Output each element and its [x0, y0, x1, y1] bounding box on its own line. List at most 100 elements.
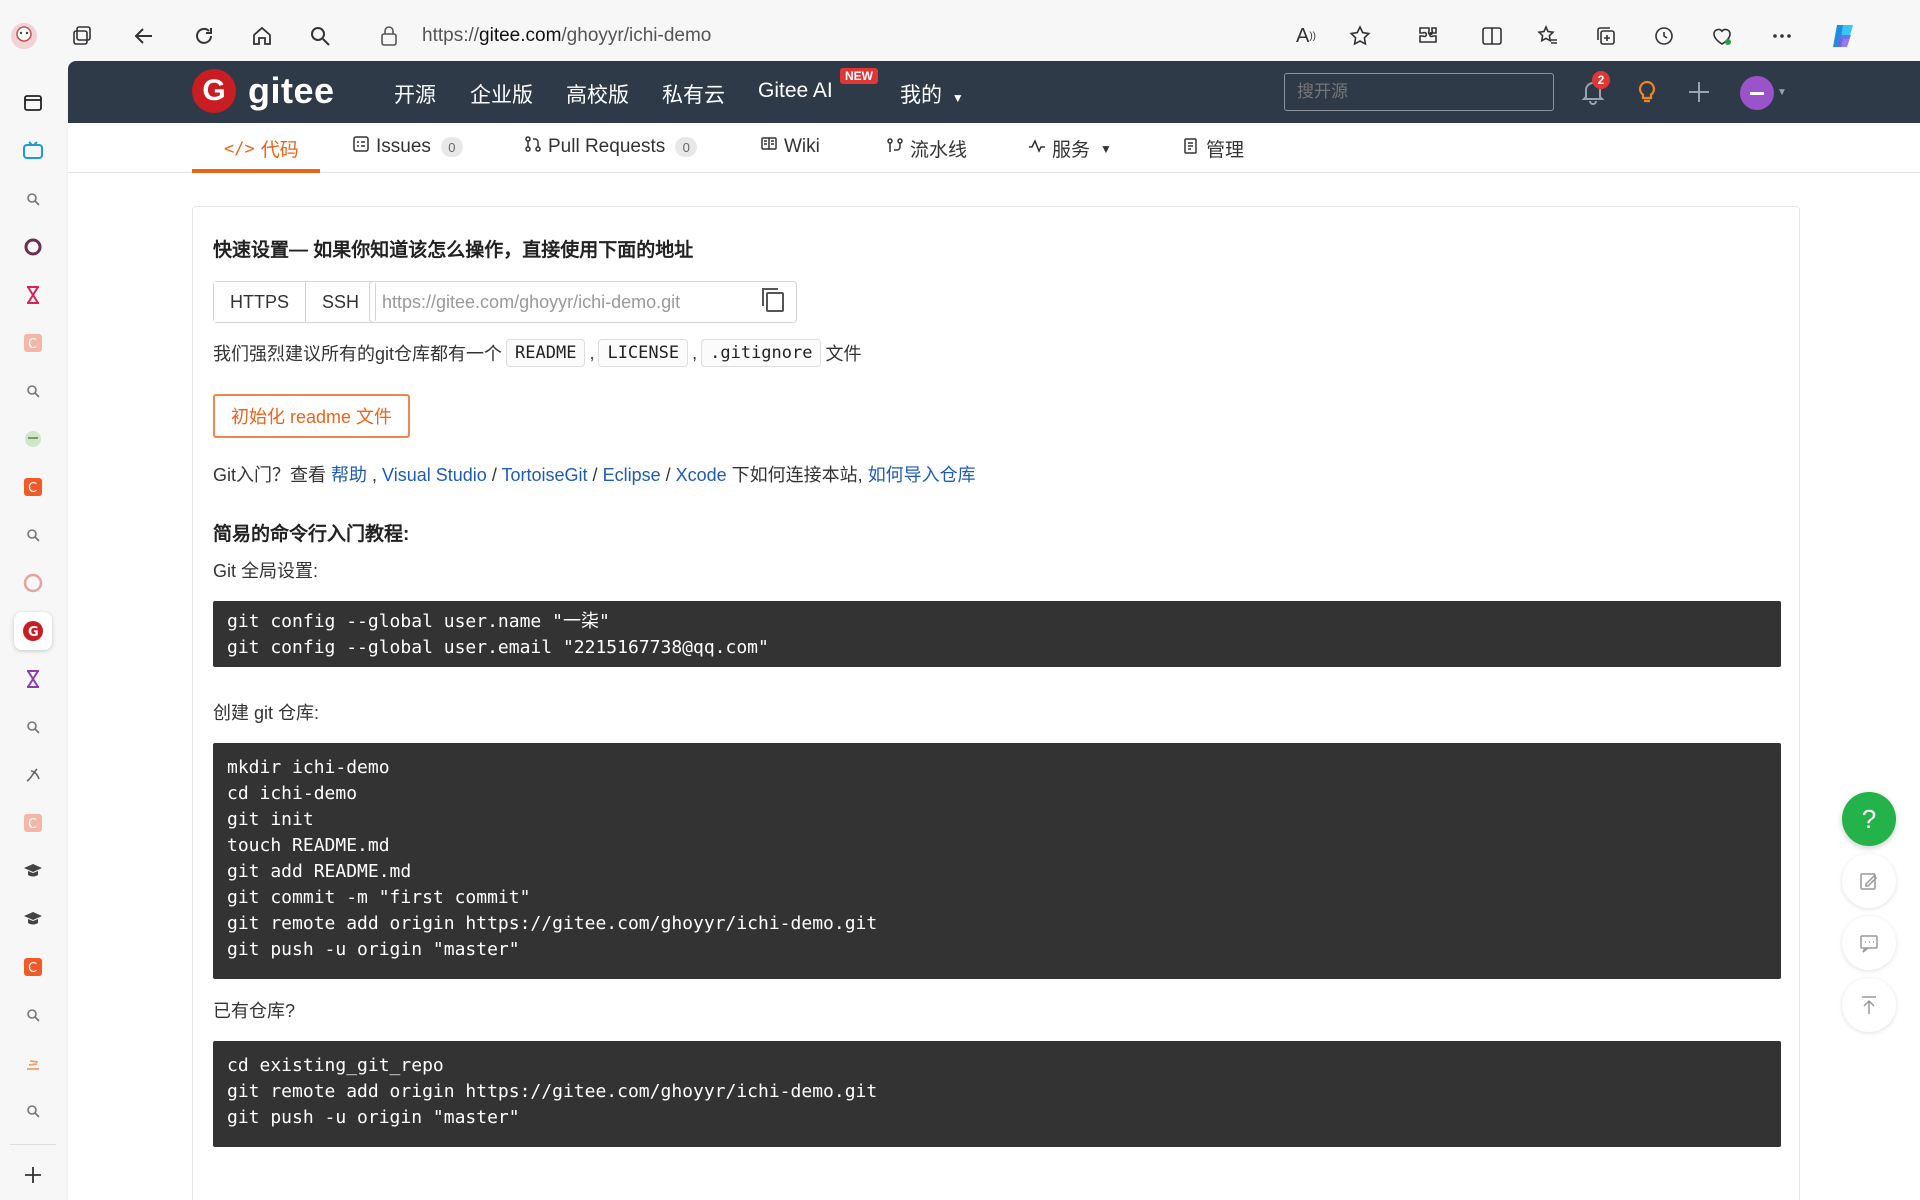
gitee-tab-icon[interactable] [14, 564, 52, 602]
code-line: git init [227, 809, 314, 830]
csdn-tab-icon[interactable]: C [14, 324, 52, 362]
clone-url-field[interactable]: https://gitee.com/ghoyyr/ichi-demo.git [369, 281, 797, 323]
recommendation-line: 我们强烈建议所有的git仓库都有一个 README , LICENSE , .g… [213, 339, 861, 367]
tab-code-label: 代码 [260, 140, 299, 161]
comma-separator: , [589, 342, 595, 363]
tab-pipeline[interactable]: 流水线 [886, 135, 967, 162]
browser-essentials-icon[interactable] [1704, 18, 1740, 54]
read-aloud-icon[interactable]: A)) [1288, 18, 1324, 54]
init-readme-button[interactable]: 初始化 readme 文件 [213, 394, 411, 438]
search-input[interactable] [1284, 73, 1554, 111]
chevron-down-icon: ▼ [951, 91, 964, 105]
tab-code[interactable]: </> 代码 [224, 135, 299, 162]
tab-issues[interactable]: Issues 0 [352, 135, 463, 159]
code-line: mkdir ichi-demo [227, 757, 390, 778]
visual-studio-link[interactable]: Visual Studio [382, 465, 487, 485]
back-to-top-icon[interactable] [1842, 978, 1896, 1032]
nav-open-source[interactable]: 开源 [394, 79, 436, 109]
lightbulb-icon[interactable] [1630, 75, 1664, 109]
help-middle: 下如何连接本站, [726, 465, 868, 485]
copy-icon[interactable] [762, 288, 784, 312]
new-tab-plus-icon[interactable] [14, 1156, 52, 1194]
extensions-icon[interactable] [1410, 18, 1446, 54]
refresh-icon[interactable] [186, 18, 222, 54]
tortoisegit-link[interactable]: TortoiseGit [502, 465, 588, 485]
eclipse-link[interactable]: Eclipse [603, 465, 661, 485]
split-screen-icon[interactable] [1474, 18, 1510, 54]
graduation-cap-tab-icon[interactable] [14, 900, 52, 938]
csdn-tab-icon[interactable]: C [14, 804, 52, 842]
avatar-chevron-down-icon[interactable]: ▼ [1772, 75, 1792, 109]
feedback-edit-icon[interactable] [1842, 854, 1896, 908]
more-options-icon[interactable] [1764, 18, 1800, 54]
workspaces-icon[interactable] [64, 18, 100, 54]
csdn-tab-icon[interactable]: C [14, 948, 52, 986]
tab-actions-icon[interactable] [14, 84, 52, 122]
tab-manage[interactable]: 管理 [1182, 135, 1244, 162]
tab-pull-requests[interactable]: Pull Requests 0 [524, 135, 698, 159]
stack-tab-icon[interactable] [14, 1044, 52, 1082]
hourglass-tab-icon[interactable] [14, 276, 52, 314]
recommend-suffix: 文件 [825, 344, 862, 364]
code-line: git config --global user.email "22151677… [227, 637, 769, 658]
user-avatar[interactable] [1740, 76, 1774, 110]
code-line: cd existing_git_repo [227, 1055, 444, 1076]
gitee-active-tab-icon[interactable]: G [14, 612, 52, 650]
favorites-icon[interactable] [1530, 18, 1566, 54]
pipeline-icon [886, 137, 904, 161]
svg-text:C: C [28, 817, 37, 832]
import-repo-link[interactable]: 如何导入仓库 [868, 465, 976, 485]
readme-chip: README [506, 339, 586, 367]
global-settings-code: git config --global user.name "一柒" git c… [213, 601, 1781, 667]
nav-private-cloud[interactable]: 私有云 [662, 79, 725, 109]
url-path: /ghoyyr/ichi-demo [561, 25, 712, 46]
tab-wiki-label: Wiki [784, 136, 820, 157]
activity-icon [1028, 137, 1046, 161]
home-icon[interactable] [244, 18, 280, 54]
https-button[interactable]: HTTPS [214, 282, 306, 322]
url-prefix: https:// [422, 25, 480, 46]
pull-requests-count-badge: 0 [675, 137, 698, 157]
nav-education[interactable]: 高校版 [566, 79, 629, 109]
search-tab-icon[interactable] [14, 996, 52, 1034]
address-bar[interactable]: https://gitee.com/ghoyyr/ichi-demo [380, 18, 711, 54]
bilibili-tab-icon[interactable] [14, 132, 52, 170]
face-tab-icon[interactable] [14, 420, 52, 458]
plus-icon[interactable] [1682, 75, 1716, 109]
nav-mine-dropdown[interactable]: 我的 ▼ [900, 79, 964, 109]
tab-services[interactable]: 服务 ▼ [1028, 135, 1112, 162]
circle-app-tab-icon[interactable] [14, 228, 52, 266]
hourglass-tab-icon[interactable] [14, 660, 52, 698]
graduation-cap-tab-icon[interactable] [14, 852, 52, 890]
script-tab-icon[interactable] [14, 756, 52, 794]
tutorial-title: 简易的命令行入门教程: [213, 524, 410, 545]
git-help-line: Git入门？查看 帮助 , Visual Studio / TortoiseGi… [213, 465, 976, 485]
search-tab-icon[interactable] [14, 372, 52, 410]
help-prefix: Git入门？查看 [213, 465, 332, 485]
code-line: git push -u origin "master" [227, 939, 520, 960]
tab-wiki[interactable]: Wiki [760, 135, 820, 159]
search-icon[interactable] [302, 18, 338, 54]
search-tab-icon[interactable] [14, 1092, 52, 1130]
profile-avatar-icon[interactable] [6, 18, 42, 54]
copilot-icon[interactable] [1826, 18, 1862, 54]
csdn-tab-icon[interactable]: C [14, 468, 52, 506]
xcode-link[interactable]: Xcode [676, 465, 727, 485]
collections-icon[interactable] [1588, 18, 1624, 54]
code-line: git add README.md [227, 861, 412, 882]
help-fab-button[interactable]: ? [1842, 792, 1896, 846]
recommend-prefix: 我们强烈建议所有的git仓库都有一个 [213, 344, 503, 364]
manage-icon [1182, 137, 1200, 161]
search-tab-icon[interactable] [14, 180, 52, 218]
ssh-button[interactable]: SSH [305, 282, 376, 322]
help-link[interactable]: 帮助 [331, 465, 367, 485]
search-tab-icon[interactable] [14, 708, 52, 746]
back-icon[interactable] [126, 18, 162, 54]
gitee-logo[interactable]: G gitee [192, 69, 335, 113]
nav-gitee-ai[interactable]: Gitee AI [758, 79, 833, 103]
history-icon[interactable] [1646, 18, 1682, 54]
favorite-star-icon[interactable] [1342, 18, 1378, 54]
search-tab-icon[interactable] [14, 516, 52, 554]
nav-enterprise[interactable]: 企业版 [470, 79, 533, 109]
comment-icon[interactable] [1842, 916, 1896, 970]
